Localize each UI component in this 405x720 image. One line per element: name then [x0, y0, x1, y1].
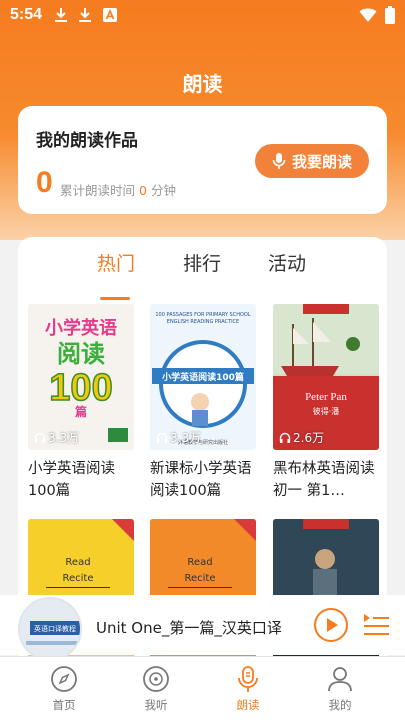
svg-text:Peter Pan: Peter Pan — [305, 391, 347, 403]
my-works-card: 我的朗读作品 我要朗读 0 累计朗读时间 0 分钟 — [18, 106, 387, 214]
download-icon — [55, 8, 68, 22]
headphones-icon — [279, 432, 291, 443]
svg-text:Recite: Recite — [184, 573, 215, 584]
play-icon — [327, 618, 338, 632]
play-count: 3.3万 — [156, 429, 201, 446]
status-time: 5:54 — [10, 6, 43, 23]
book-title[interactable]: 小学英语阅读100篇 — [28, 458, 140, 502]
now-playing-title[interactable]: Unit One_第一篇_汉英口译 — [96, 617, 282, 638]
tab-bar: 热门 排行 活动 — [18, 249, 387, 300]
play-count-value: 3.3万 — [170, 431, 202, 445]
tab-hot[interactable]: 热门 — [97, 249, 135, 276]
svg-text:100 PASSAGES FOR PRIMARY SCHOO: 100 PASSAGES FOR PRIMARY SCHOOL — [155, 312, 250, 318]
svg-text:小学英语阅读100篇: 小学英语阅读100篇 — [161, 371, 244, 383]
svg-text:小学英语: 小学英语 — [45, 317, 117, 339]
download-icon — [79, 8, 92, 22]
svg-text:篇: 篇 — [75, 404, 87, 419]
tab-indicator — [100, 297, 130, 300]
disc-text: 英语口译教程 — [34, 624, 76, 633]
compass-icon — [51, 666, 77, 692]
play-button[interactable] — [314, 608, 348, 642]
my-works-title: 我的朗读作品 — [36, 131, 138, 151]
book-cover[interactable]: Peter Pan 彼得·潘 2.6万 — [273, 304, 379, 450]
nav-mine[interactable]: 我的 — [310, 665, 370, 713]
nav-home[interactable]: 首页 — [34, 665, 94, 713]
page-title: 朗读 — [182, 72, 223, 96]
tab-activity[interactable]: 活动 — [268, 249, 306, 276]
tab-ranking[interactable]: 排行 — [183, 249, 221, 276]
microphone-icon — [238, 666, 258, 692]
svg-text:Read: Read — [65, 557, 90, 568]
battery-icon — [385, 6, 395, 24]
book-cover[interactable]: 100 PASSAGES FOR PRIMARY SCHOOL ENGLISH … — [150, 304, 256, 450]
svg-text:100: 100 — [49, 367, 112, 409]
content-card: 热门 排行 活动 小学英语 阅读 100 篇 3.3万 小学英语阅读100篇 1… — [18, 237, 387, 657]
user-icon — [328, 667, 352, 692]
playlist-button[interactable] — [362, 612, 390, 638]
reading-time-prefix: 累计朗读时间 — [60, 183, 136, 198]
font-icon — [103, 8, 118, 22]
playlist-icon — [364, 614, 389, 635]
svg-text:Recite: Recite — [62, 573, 93, 584]
play-count-value: 2.6万 — [293, 431, 325, 445]
wifi-icon — [359, 8, 377, 22]
svg-text:Read: Read — [187, 557, 212, 568]
player-disc-cover[interactable]: 英语口译教程 — [18, 597, 82, 661]
reading-time-unit: 分钟 — [150, 183, 176, 198]
book-cover[interactable]: 小学英语 阅读 100 篇 3.3万 — [28, 304, 134, 450]
play-count-value: 3.3万 — [48, 431, 80, 445]
play-count: 3.3万 — [34, 429, 79, 446]
vinyl-icon — [143, 666, 169, 692]
nav-listen-label: 我听 — [144, 698, 168, 712]
svg-text:ENGLISH READING PRACTICE: ENGLISH READING PRACTICE — [167, 319, 239, 325]
nav-read[interactable]: 朗读 — [218, 665, 278, 713]
reading-time-value: 0 — [139, 183, 147, 198]
book-title[interactable]: 新课标小学英语阅读100篇 — [150, 458, 262, 502]
nav-mine-label: 我的 — [328, 698, 352, 712]
headphones-icon — [34, 432, 46, 443]
nav-read-label: 朗读 — [236, 698, 260, 712]
play-count: 2.6万 — [279, 429, 324, 446]
status-bar: 5:54 — [0, 0, 405, 30]
nav-listen[interactable]: 我听 — [126, 665, 186, 713]
headphones-icon — [156, 432, 168, 443]
microphone-icon — [272, 153, 286, 169]
start-reading-label: 我要朗读 — [291, 152, 352, 171]
bottom-nav: 首页 我听 朗读 我的 — [0, 656, 405, 720]
start-reading-button[interactable]: 我要朗读 — [255, 144, 369, 178]
svg-text:阅读: 阅读 — [57, 340, 105, 368]
works-count: 0 — [36, 166, 53, 199]
svg-text:彼得·潘: 彼得·潘 — [313, 406, 340, 416]
nav-home-label: 首页 — [52, 698, 76, 712]
reading-time: 累计朗读时间 0 分钟 — [60, 180, 176, 199]
book-title[interactable]: 黑布林英语阅读 初一 第1… — [273, 458, 385, 502]
